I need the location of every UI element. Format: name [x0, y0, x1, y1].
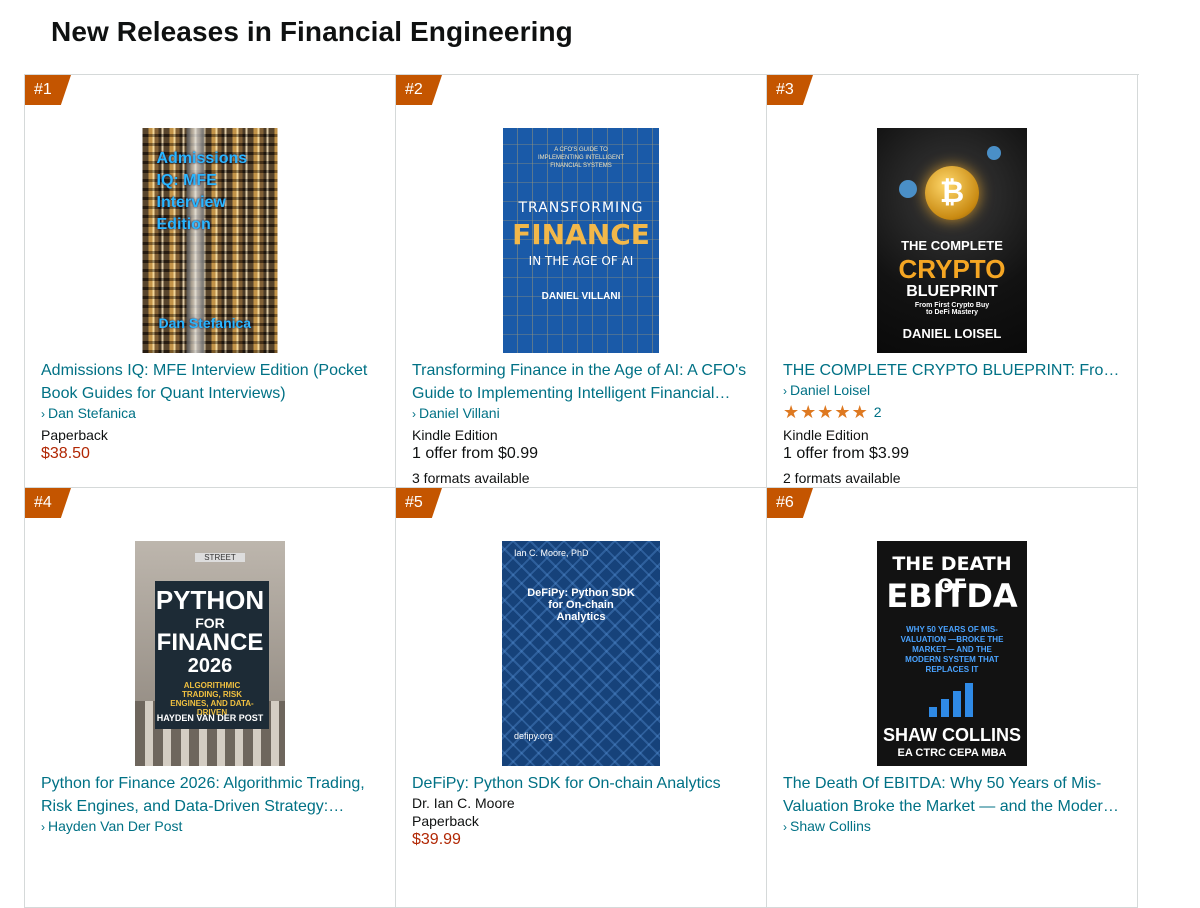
cover-author: DANIEL VILLANI [541, 291, 621, 302]
book-format: Kindle Edition [783, 427, 869, 443]
cover-kicker: A CFO'S GUIDE TO IMPLEMENTING INTELLIGEN… [537, 147, 624, 169]
cover-author: Ian C. Moore, PhD [514, 548, 589, 558]
page-title: New Releases in Financial Engineering [51, 16, 573, 47]
author-name: Dan Stefanica [48, 405, 136, 421]
cover-title-line3: FINANCE [156, 629, 264, 656]
author-link[interactable]: › Shaw Collins [783, 818, 871, 834]
cover-site: defipy.org [514, 731, 553, 741]
cover-author: SHAW COLLINS [883, 725, 1021, 745]
cover-subtitle: ALGORITHMIC TRADING, RISK ENGINES, AND D… [170, 681, 254, 717]
rank-label: #6 [776, 494, 794, 511]
book-cover-image[interactable]: Admissions IQ: MFE Interview Edition Dan… [142, 128, 278, 353]
book-title-link[interactable]: Transforming Finance in the Age of AI: A… [412, 359, 752, 405]
cover-title-line2: CRYPTO [898, 254, 1006, 284]
author-name: Daniel Villani [419, 405, 500, 421]
author-name: Daniel Loisel [790, 382, 871, 398]
book-format: Paperback [412, 813, 479, 829]
book-price: $38.50 [41, 445, 90, 462]
bitcoin-coin-icon: ₿ [925, 166, 979, 220]
rank-label: #1 [34, 81, 52, 98]
star-icon: ★ [783, 402, 800, 422]
author-link[interactable]: › Dan Stefanica [41, 405, 136, 421]
star-icon: ★ [817, 402, 834, 422]
bar-chart-icon [927, 677, 977, 717]
star-icon: ★ [851, 402, 868, 422]
cover-title: DeFiPy: Python SDK for On-chain Analytic… [527, 587, 635, 623]
cover-title-line4: 2026 [187, 655, 233, 677]
rank-label: #3 [776, 81, 794, 98]
book-title-link[interactable]: The Death Of EBITDA: Why 50 Years of Mis… [783, 772, 1123, 818]
product-card: #5 Ian C. Moore, PhD DeFiPy: Python SDK … [396, 488, 767, 908]
book-title-link[interactable]: DeFiPy: Python SDK for On-chain Analytic… [412, 772, 752, 795]
rating-stars[interactable]: ★ ★ ★ ★ ★ 2 [783, 403, 882, 421]
book-price: $39.99 [412, 831, 461, 848]
chevron-right-icon: › [41, 407, 45, 421]
rank-badge: #2 [396, 75, 442, 105]
book-title-link[interactable]: Python for Finance 2026: Algorithmic Tra… [41, 772, 381, 818]
cover-subtitle: WHY 50 YEARS OF MIS-VALUATION —BROKE THE… [900, 625, 1004, 674]
rank-label: #4 [34, 494, 52, 511]
cover-title: Admissions IQ: MFE Interview Edition [156, 150, 248, 233]
book-cover-image[interactable]: Ian C. Moore, PhD DeFiPy: Python SDK for… [502, 541, 660, 766]
rank-label: #5 [405, 494, 423, 511]
cover-title-line3: BLUEPRINT [906, 283, 998, 300]
author-link[interactable]: › Daniel Villani [412, 405, 500, 421]
book-cover-image[interactable]: THE DEATH OF EBITDA WHY 50 YEARS OF MIS-… [877, 541, 1027, 766]
rank-badge: #5 [396, 488, 442, 518]
formats-available[interactable]: 3 formats available [412, 470, 530, 486]
cover-credentials: EA CTRC CEPA MBA [897, 747, 1007, 759]
product-card: #3 ₿ THE COMPLETE CRYPTO BLUEPRINT From … [767, 75, 1138, 488]
product-card: #1 Admissions IQ: MFE Interview Edition … [25, 75, 396, 488]
author-name: Hayden Van Der Post [48, 818, 183, 834]
crypto-coin-icon [899, 180, 917, 198]
book-cover-image[interactable]: STREET PYTHON FOR FINANCE 2026 ALGORITHM… [135, 541, 285, 766]
book-cover-image[interactable]: ₿ THE COMPLETE CRYPTO BLUEPRINT From Fir… [877, 128, 1027, 353]
formats-available[interactable]: 2 formats available [783, 470, 901, 486]
chevron-right-icon: › [783, 820, 787, 834]
cover-title-line1: PYTHON [155, 585, 265, 615]
rank-badge: #6 [767, 488, 813, 518]
cover-title-line1: THE COMPLETE [901, 238, 1003, 253]
star-icon: ★ [800, 402, 817, 422]
author-link[interactable]: › Daniel Loisel [783, 382, 870, 398]
book-format: Paperback [41, 427, 108, 443]
crypto-coin-icon [987, 146, 1001, 160]
author-name: Shaw Collins [790, 818, 871, 834]
star-icon: ★ [834, 402, 851, 422]
rank-badge: #4 [25, 488, 71, 518]
cover-title-line1: TRANSFORMING [518, 200, 644, 216]
grid-row: #1 Admissions IQ: MFE Interview Edition … [25, 75, 1139, 488]
street-sign: STREET [195, 553, 245, 562]
cover-title-line2: FINANCE [512, 218, 650, 251]
book-cover-image[interactable]: A CFO'S GUIDE TO IMPLEMENTING INTELLIGEN… [503, 128, 659, 353]
product-card: #4 STREET PYTHON FOR FINANCE 2026 ALGORI… [25, 488, 396, 908]
product-grid: #1 Admissions IQ: MFE Interview Edition … [24, 74, 1139, 908]
product-card: #6 THE DEATH OF EBITDA WHY 50 YEARS OF M… [767, 488, 1138, 908]
grid-row: #4 STREET PYTHON FOR FINANCE 2026 ALGORI… [25, 488, 1139, 908]
cover-author: Dan Stefanica [158, 315, 252, 331]
rank-badge: #1 [25, 75, 71, 105]
rating-count[interactable]: 2 [874, 404, 882, 420]
book-title-link[interactable]: Admissions IQ: MFE Interview Edition (Po… [41, 359, 381, 405]
book-format: Kindle Edition [412, 427, 498, 443]
chevron-right-icon: › [783, 384, 787, 398]
cover-author: HAYDEN VAN DER POST [156, 713, 264, 723]
rank-label: #2 [405, 81, 423, 98]
chevron-right-icon: › [412, 407, 416, 421]
chevron-right-icon: › [41, 820, 45, 834]
offer-text[interactable]: 1 offer from $3.99 [783, 445, 909, 463]
product-card: #2 A CFO'S GUIDE TO IMPLEMENTING INTELLI… [396, 75, 767, 488]
offer-text[interactable]: 1 offer from $0.99 [412, 445, 538, 463]
author-name: Dr. Ian C. Moore [412, 795, 515, 811]
rank-badge: #3 [767, 75, 813, 105]
cover-subtitle: From First Crypto Buy to DeFi Mastery [914, 302, 990, 316]
cover-author: DANIEL LOISEL [902, 326, 1002, 341]
cover-title-line3: IN THE AGE OF AI [528, 254, 634, 268]
book-title-link[interactable]: THE COMPLETE CRYPTO BLUEPRINT: From Firs… [783, 359, 1123, 382]
cover-title-line2: EBITDA [886, 577, 1018, 615]
author-link[interactable]: › Hayden Van Der Post [41, 818, 182, 834]
